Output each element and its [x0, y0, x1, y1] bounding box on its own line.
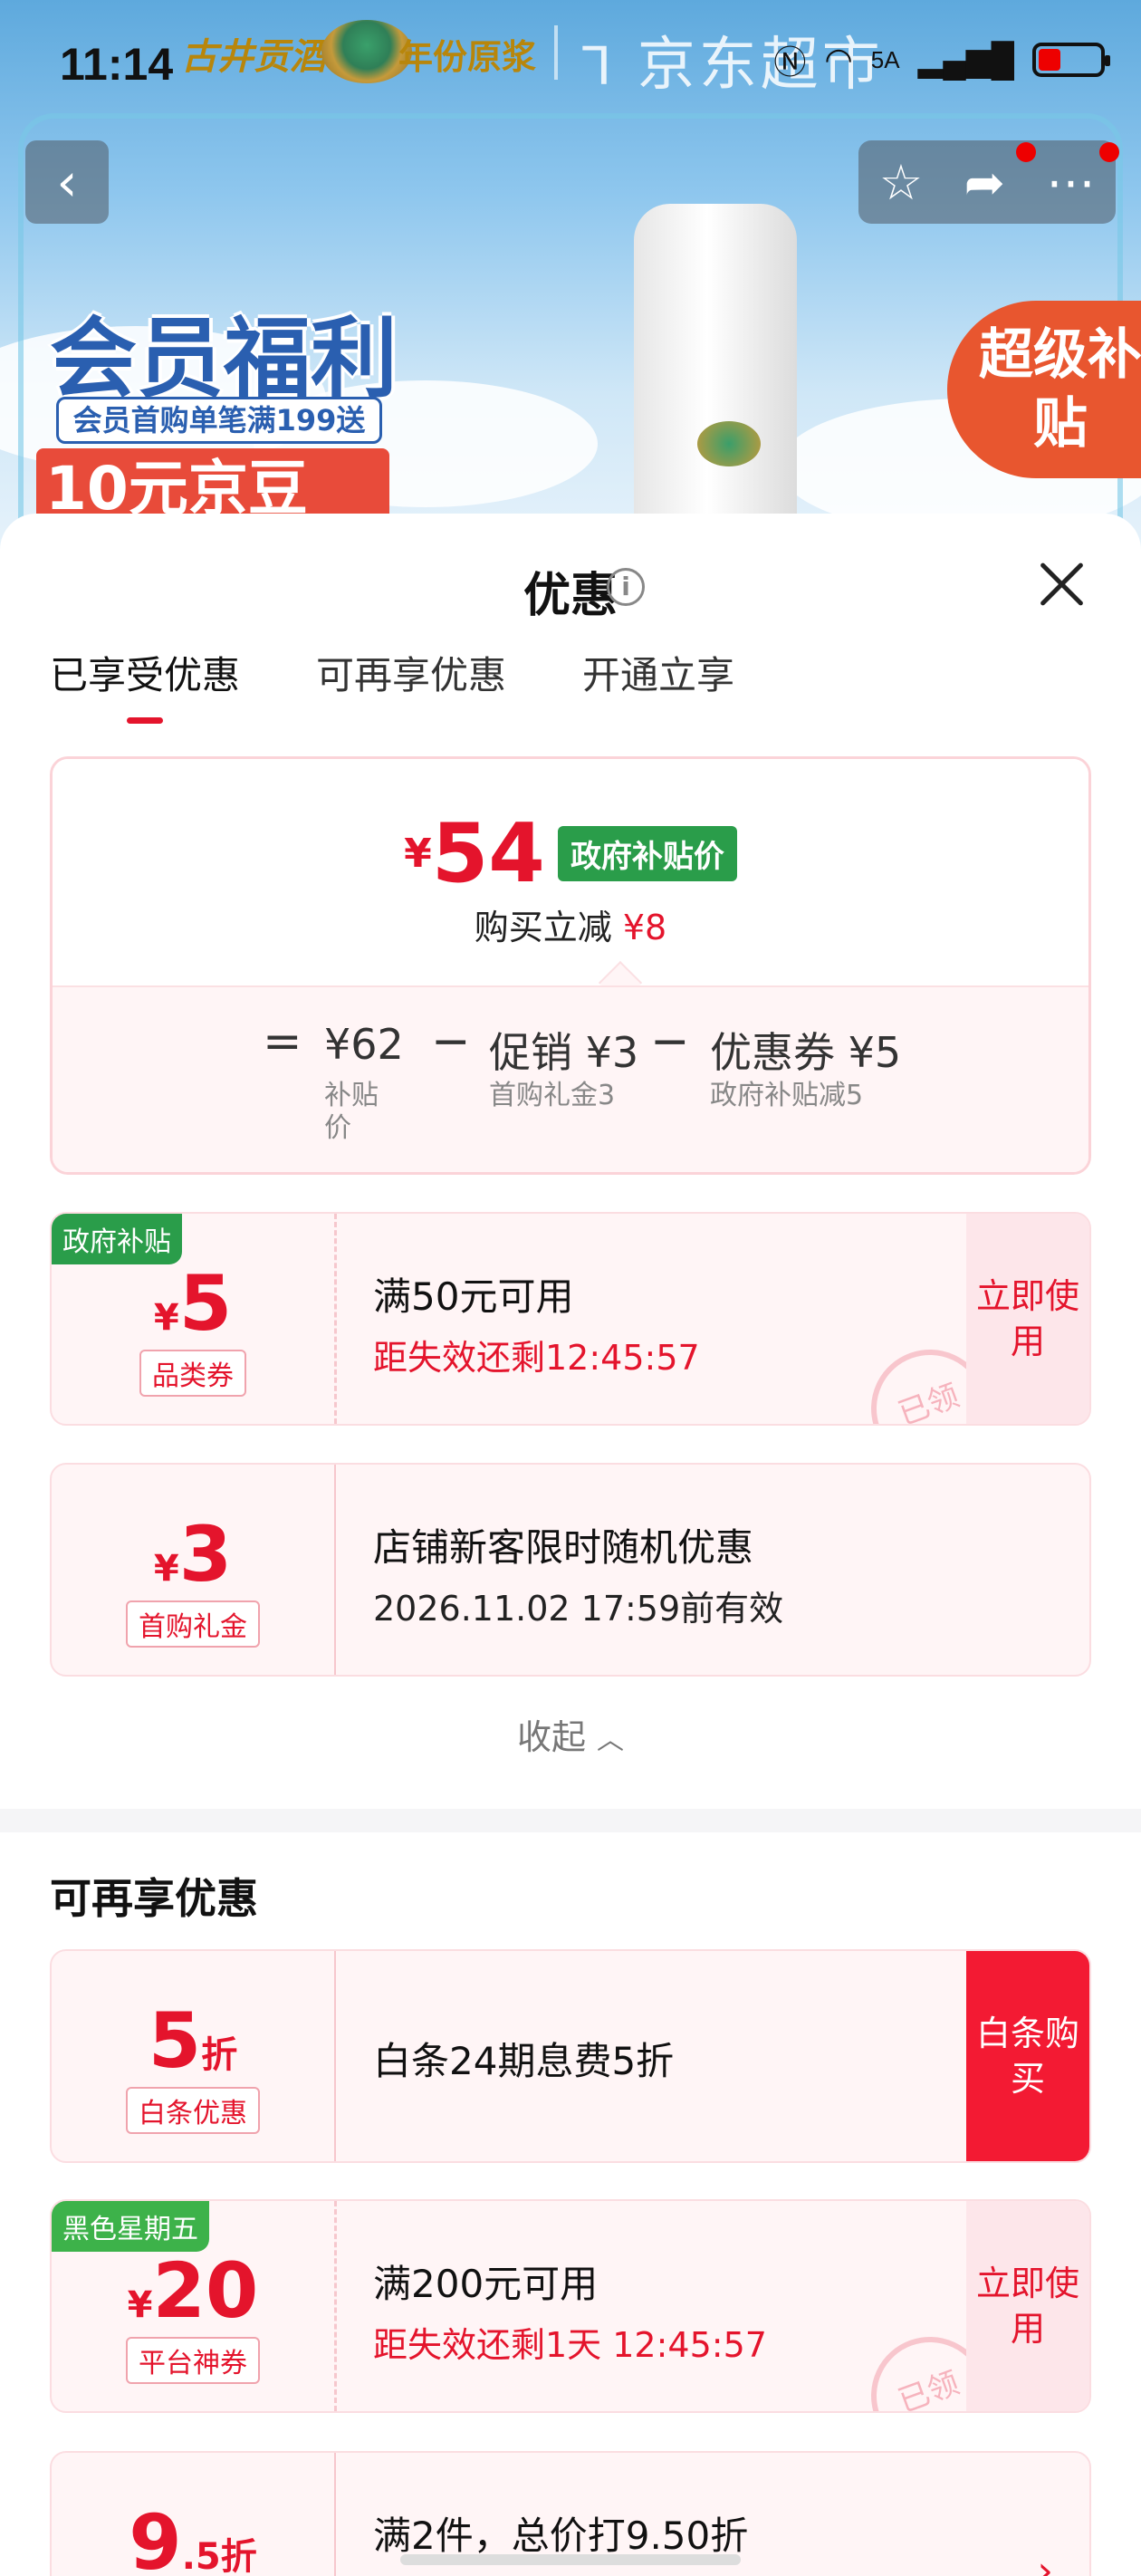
coupon-type: 平台神券 — [126, 2337, 260, 2384]
coupon-type: 首购礼金 — [126, 1600, 260, 1648]
coupon-amount: 9.5折 — [129, 2498, 257, 2576]
price-currency: ¥ — [404, 831, 432, 877]
coupon-left: ¥3 首购礼金 — [52, 1465, 334, 1675]
coupon-left: 黑色星期五 ¥20 平台神券 — [52, 2201, 334, 2411]
tab-enjoyed[interactable]: 已享受优惠 — [50, 645, 240, 724]
coupon-validity: 2026.11.02 17:59前有效 — [373, 1589, 784, 1629]
baitiao-buy-button[interactable]: 白条购买 — [966, 1951, 1089, 2161]
collapse-label: 收起 — [516, 1717, 586, 1757]
price-summary-card: ¥54 政府补贴价 购买立减 ¥8 = ¥62 补贴价 − 促销 ¥3 首购礼金3… — [50, 756, 1091, 1175]
coupon-condition: 店铺新客限时随机优惠 — [373, 1525, 754, 1570]
coupon-amount: ¥5 — [153, 1259, 233, 1348]
discount-sheet: 优惠 i 已享受优惠 可再享优惠 开通立享 ¥54 政府补贴价 购买立减 ¥8 =… — [0, 514, 1141, 2576]
network-label: 5A — [870, 45, 900, 73]
more-discounts-title: 可再享优惠 — [50, 1874, 258, 1923]
tab-activate[interactable]: 开通立享 — [582, 645, 734, 724]
price-breakdown: = ¥62 补贴价 − 促销 ¥3 首购礼金3 − 优惠券 ¥5 政府补贴减5 — [53, 985, 1088, 1172]
coupon-left: 政府补贴 ¥5 品类券 — [52, 1214, 334, 1424]
coupon-condition: 满50元可用 — [373, 1274, 574, 1319]
close-icon[interactable] — [1036, 559, 1087, 610]
instant-cut: 购买立减 ¥8 — [53, 899, 1088, 949]
final-price: ¥54 政府补贴价 — [53, 806, 1088, 901]
info-icon[interactable]: i — [607, 568, 645, 606]
coupon-amount: ¥3 — [153, 1510, 233, 1599]
share-icon[interactable]: ➦ — [964, 154, 1005, 211]
promo-title: 会员福利 — [50, 307, 398, 409]
tabs: 已享受优惠 可再享优惠 开通立享 — [50, 645, 734, 724]
clock: 11:14 — [60, 39, 174, 90]
divider — [554, 25, 558, 80]
coupon-type: 白条优惠 — [126, 2087, 260, 2134]
minus-sign: − — [650, 1014, 690, 1069]
chevron-up-icon: ︿ — [597, 1725, 625, 1756]
price-value: 54 — [431, 806, 545, 901]
promo-label: 首购礼金3 — [489, 1080, 616, 1111]
coupon-divider — [334, 2201, 337, 2411]
promo-subtitle: 会员首购单笔满199送 — [56, 397, 382, 444]
collapse-button[interactable]: 收起 ︿ — [0, 1709, 1141, 1759]
promo-value: 促销 ¥3 — [489, 1028, 639, 1077]
coupon-divider — [334, 2453, 336, 2576]
section-divider — [0, 1809, 1141, 1832]
battery-icon — [1032, 43, 1110, 77]
instant-cut-value: ¥8 — [622, 908, 667, 947]
coupon-amount: 5折 — [148, 1996, 238, 2085]
wifi-icon: ◠ — [824, 41, 853, 78]
back-button[interactable]: ‹ — [25, 140, 109, 224]
coupon-type: 品类券 — [139, 1350, 246, 1397]
black-friday-tag: 黑色星期五 — [52, 2201, 209, 2252]
coupon-first-purchase: ¥3 首购礼金 店铺新客限时随机优惠 2026.11.02 17:59前有效 — [50, 1463, 1091, 1677]
use-now-button[interactable]: 立即使用 — [966, 1214, 1089, 1424]
bottle-image — [634, 204, 797, 562]
nfc-icon: Ⓝ — [773, 43, 807, 81]
notification-dot — [1099, 142, 1119, 162]
coupon-divider — [334, 1951, 336, 2161]
coupon-divider — [334, 1214, 337, 1424]
signal-icon: ▂▄▆█ — [917, 41, 1014, 78]
coupon-left: 5折 白条优惠 — [52, 1951, 334, 2161]
sheet-title: 优惠 — [523, 569, 618, 623]
sheet-header: 优惠 i — [0, 514, 1141, 658]
coupon-condition: 满200元可用 — [373, 2262, 599, 2306]
coupon-gov-subsidy[interactable]: 政府补贴 ¥5 品类券 满50元可用 距失效还剩12:45:57 已领 立即使用 — [50, 1212, 1091, 1426]
tab-more[interactable]: 可再享优惠 — [316, 645, 506, 724]
base-price-label: 补贴价 — [324, 1080, 379, 1144]
coupon-black-friday[interactable]: 黑色星期五 ¥20 平台神券 满200元可用 距失效还剩1天 12:45:57 … — [50, 2199, 1091, 2413]
coupon-divider — [334, 1465, 336, 1675]
chevron-left-icon: ‹ — [56, 151, 78, 213]
bottle-label-image — [697, 421, 761, 466]
coupon-countdown: 距失效还剩1天 12:45:57 — [373, 2325, 767, 2365]
coupon-baitiao[interactable]: 5折 白条优惠 白条24期息费5折 白条购买 — [50, 1949, 1091, 2163]
status-icons: Ⓝ ◠ 5A ▂▄▆█ — [773, 36, 1110, 83]
coupon-value: 优惠券 ¥5 — [710, 1028, 902, 1077]
brand-name: 古井贡酒 — [181, 35, 326, 78]
coupon-condition: 满2件，总价打9.50折 — [373, 2514, 749, 2558]
chevron-right-icon[interactable]: › — [1037, 2548, 1053, 2576]
coupon-condition: 白条24期息费5折 — [373, 2039, 675, 2083]
summary-top: ¥54 政府补贴价 购买立减 ¥8 — [53, 759, 1088, 985]
coupon-label: 政府补贴减5 — [710, 1080, 864, 1111]
home-indicator[interactable] — [400, 2554, 741, 2565]
minus-sign: − — [431, 1014, 471, 1069]
star-icon[interactable]: ☆ — [879, 154, 923, 211]
more-icon[interactable]: ⋯ — [1046, 154, 1095, 211]
coupon-left: 9.5折 — [52, 2453, 334, 2576]
instant-cut-label: 购买立减 — [474, 908, 612, 947]
gov-subsidy-tag: 政府补贴 — [52, 1214, 182, 1264]
top-actions-bar: ☆ ➦ ⋯ — [858, 140, 1116, 224]
coupon-amount: ¥20 — [127, 2246, 259, 2335]
status-bar: 11:14 古井贡酒 年份原浆 ᒣ 京东超市 Ⓝ ◠ 5A ▂▄▆█ — [0, 0, 1141, 136]
base-price-value: ¥62 — [324, 1020, 404, 1069]
super-subsidy-badge[interactable]: 超级补贴 — [947, 301, 1141, 478]
coupon-countdown: 距失效还剩12:45:57 — [373, 1338, 700, 1378]
brand-slogan: 年份原浆 — [398, 36, 537, 77]
notification-dot — [1016, 142, 1036, 162]
equals-sign: = — [263, 1014, 302, 1069]
use-now-button[interactable]: 立即使用 — [966, 2201, 1089, 2411]
gov-subsidy-price-tag: 政府补贴价 — [557, 826, 737, 881]
